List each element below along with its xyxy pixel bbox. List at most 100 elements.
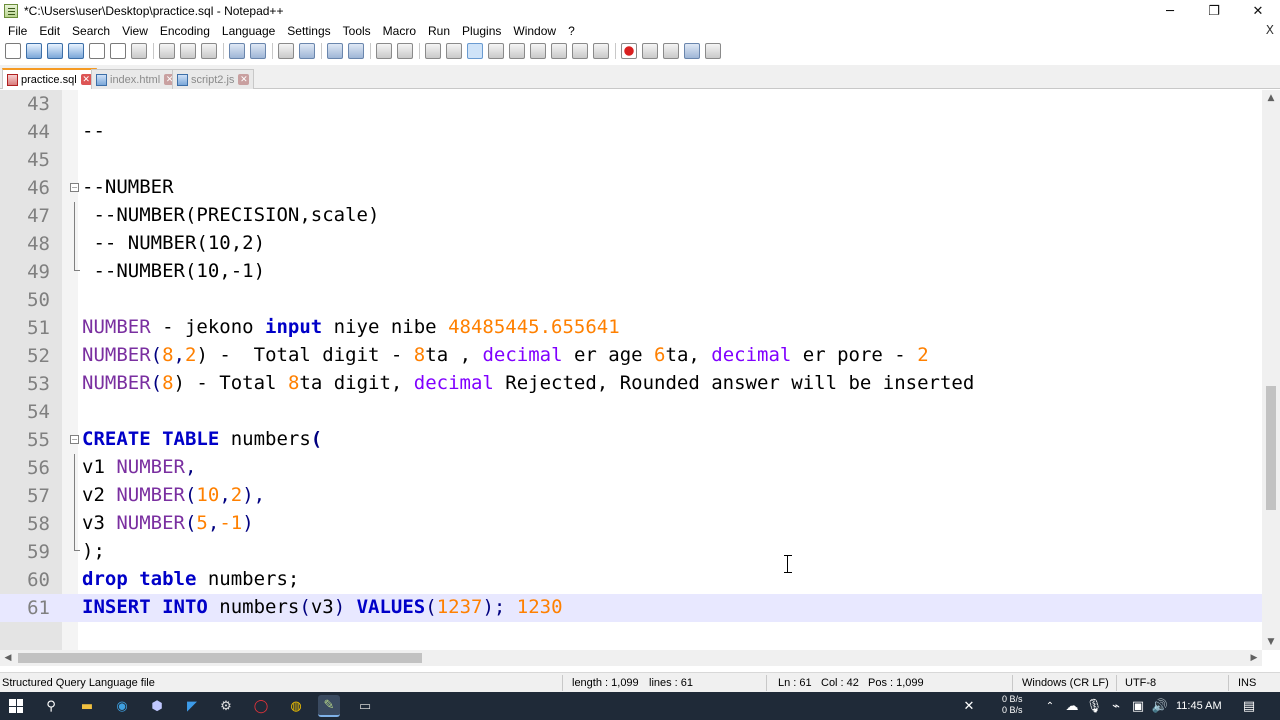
tab-practice-sql[interactable]: practice.sql ✕ <box>2 68 97 89</box>
vertical-scroll-thumb[interactable] <box>1266 386 1276 510</box>
save-icon[interactable] <box>47 43 63 59</box>
copy-icon[interactable] <box>180 43 196 59</box>
taskbar-clock[interactable]: 11:45 AM <box>1176 692 1222 720</box>
word-wrap-icon[interactable] <box>425 43 441 59</box>
zoom-in-icon[interactable] <box>327 43 343 59</box>
chrome-browser-icon[interactable]: ◍ <box>285 695 307 717</box>
menu-edit[interactable]: Edit <box>35 24 64 38</box>
menu-window[interactable]: Window <box>509 24 560 38</box>
network-icon[interactable]: ▣ <box>1127 695 1149 717</box>
status-eol[interactable]: Windows (CR LF) <box>1022 677 1109 689</box>
stop-recording-icon[interactable] <box>642 43 658 59</box>
horizontal-scrollbar[interactable]: ◀ ▶ <box>0 650 1262 666</box>
code-line: 60 drop table numbers; <box>0 566 1262 594</box>
close-document-button[interactable]: X <box>1266 23 1274 37</box>
status-language: Structured Query Language file <box>2 677 155 689</box>
tab-close-icon[interactable]: ✕ <box>80 74 92 85</box>
windows-start-icon[interactable] <box>9 699 23 713</box>
scroll-down-arrow-icon[interactable]: ▼ <box>1262 634 1280 650</box>
usb-device-icon[interactable]: ⌁ <box>1105 695 1127 717</box>
print-icon[interactable] <box>131 43 147 59</box>
undo-icon[interactable] <box>229 43 245 59</box>
function-list-icon[interactable] <box>530 43 546 59</box>
code-text: ); <box>82 540 105 562</box>
microphone-icon[interactable]: 🎙 <box>1083 695 1105 717</box>
vertical-scrollbar[interactable]: ▲ ▼ <box>1262 90 1280 650</box>
menu-help[interactable]: ? <box>564 24 579 38</box>
indent-guide-icon[interactable] <box>467 43 483 59</box>
scroll-up-arrow-icon[interactable]: ▲ <box>1262 90 1280 106</box>
scroll-left-arrow-icon[interactable]: ◀ <box>0 650 16 666</box>
onedrive-cloud-icon[interactable]: ☁ <box>1061 695 1083 717</box>
user-defined-language-icon[interactable] <box>488 43 504 59</box>
opera-browser-icon[interactable]: ◯ <box>250 695 272 717</box>
menu-language[interactable]: Language <box>218 24 279 38</box>
document-map-icon[interactable] <box>509 43 525 59</box>
menu-encoding[interactable]: Encoding <box>156 24 214 38</box>
tab-script2-js[interactable]: script2.js ✕ <box>172 69 255 89</box>
command-prompt-icon[interactable]: ▭ <box>354 695 376 717</box>
sync-vertical-icon[interactable] <box>376 43 392 59</box>
new-file-icon[interactable] <box>5 43 21 59</box>
run-macro-multiple-icon[interactable] <box>684 43 700 59</box>
document-list-icon[interactable] <box>572 43 588 59</box>
menu-search[interactable]: Search <box>68 24 114 38</box>
notepad-plus-plus-taskbar-icon[interactable]: ✎ <box>318 695 340 717</box>
toolbar-separator <box>321 43 322 59</box>
menu-plugins[interactable]: Plugins <box>458 24 505 38</box>
file-explorer-icon[interactable]: ▬ <box>76 695 98 717</box>
fold-collapse-icon[interactable]: − <box>70 183 79 192</box>
save-all-icon[interactable] <box>68 43 84 59</box>
menu-settings[interactable]: Settings <box>283 24 334 38</box>
menu-tools[interactable]: Tools <box>339 24 375 38</box>
scroll-right-arrow-icon[interactable]: ▶ <box>1246 650 1262 666</box>
toolbar-separator <box>419 43 420 59</box>
app-icon[interactable]: ⚙ <box>215 695 237 717</box>
line-number: 48 <box>27 233 50 255</box>
playback-macro-icon[interactable] <box>663 43 679 59</box>
vscode-icon[interactable]: ◤ <box>181 695 203 717</box>
status-insert-mode[interactable]: INS <box>1238 677 1256 689</box>
fold-collapse-icon[interactable]: − <box>70 435 79 444</box>
comment-text: -- <box>82 120 105 142</box>
close-x-icon[interactable]: ✕ <box>958 695 980 717</box>
replace-icon[interactable] <box>299 43 315 59</box>
redo-icon[interactable] <box>250 43 266 59</box>
edge-browser-icon[interactable]: ◉ <box>111 695 133 717</box>
mouse-ibeam-cursor <box>784 555 792 573</box>
find-icon[interactable] <box>278 43 294 59</box>
show-all-characters-icon[interactable] <box>446 43 462 59</box>
menu-run[interactable]: Run <box>424 24 454 38</box>
record-macro-icon[interactable] <box>621 43 637 59</box>
search-icon[interactable]: ⚲ <box>40 695 62 717</box>
fold-guide <box>74 454 75 482</box>
close-button[interactable]: ✕ <box>1236 0 1280 22</box>
menu-view[interactable]: View <box>118 24 152 38</box>
minimize-button[interactable]: ─ <box>1148 0 1192 22</box>
security-shield-icon[interactable]: ⬢ <box>146 695 168 717</box>
menu-macro[interactable]: Macro <box>379 24 420 38</box>
show-hidden-icons-icon[interactable]: ⌃ <box>1039 695 1061 717</box>
close-file-icon[interactable] <box>89 43 105 59</box>
sync-horizontal-icon[interactable] <box>397 43 413 59</box>
horizontal-scroll-thumb[interactable] <box>18 653 422 663</box>
current-line: 61 INSERT INTO numbers(v3) VALUES(1237);… <box>0 594 1262 622</box>
code-text: v2 NUMBER(10,2), <box>82 484 266 506</box>
close-all-icon[interactable] <box>110 43 126 59</box>
paste-icon[interactable] <box>201 43 217 59</box>
menu-file[interactable]: File <box>4 24 31 38</box>
code-editor[interactable]: 43 44 -- 45 46 − --NUMBER 47 --NUMBER(PR… <box>0 90 1280 650</box>
save-macro-icon[interactable] <box>705 43 721 59</box>
zoom-out-icon[interactable] <box>348 43 364 59</box>
line-number: 52 <box>27 345 50 367</box>
status-encoding[interactable]: UTF-8 <box>1125 677 1156 689</box>
folder-as-workspace-icon[interactable] <box>551 43 567 59</box>
cut-icon[interactable] <box>159 43 175 59</box>
tab-close-icon[interactable]: ✕ <box>238 74 250 85</box>
notifications-icon[interactable]: ▤ <box>1238 695 1260 717</box>
open-file-icon[interactable] <box>26 43 42 59</box>
volume-icon[interactable]: 🔊 <box>1149 695 1171 717</box>
monitoring-icon[interactable] <box>593 43 609 59</box>
restore-button[interactable]: ❐ <box>1192 0 1236 22</box>
tab-index-html[interactable]: index.html ✕ <box>91 69 181 89</box>
